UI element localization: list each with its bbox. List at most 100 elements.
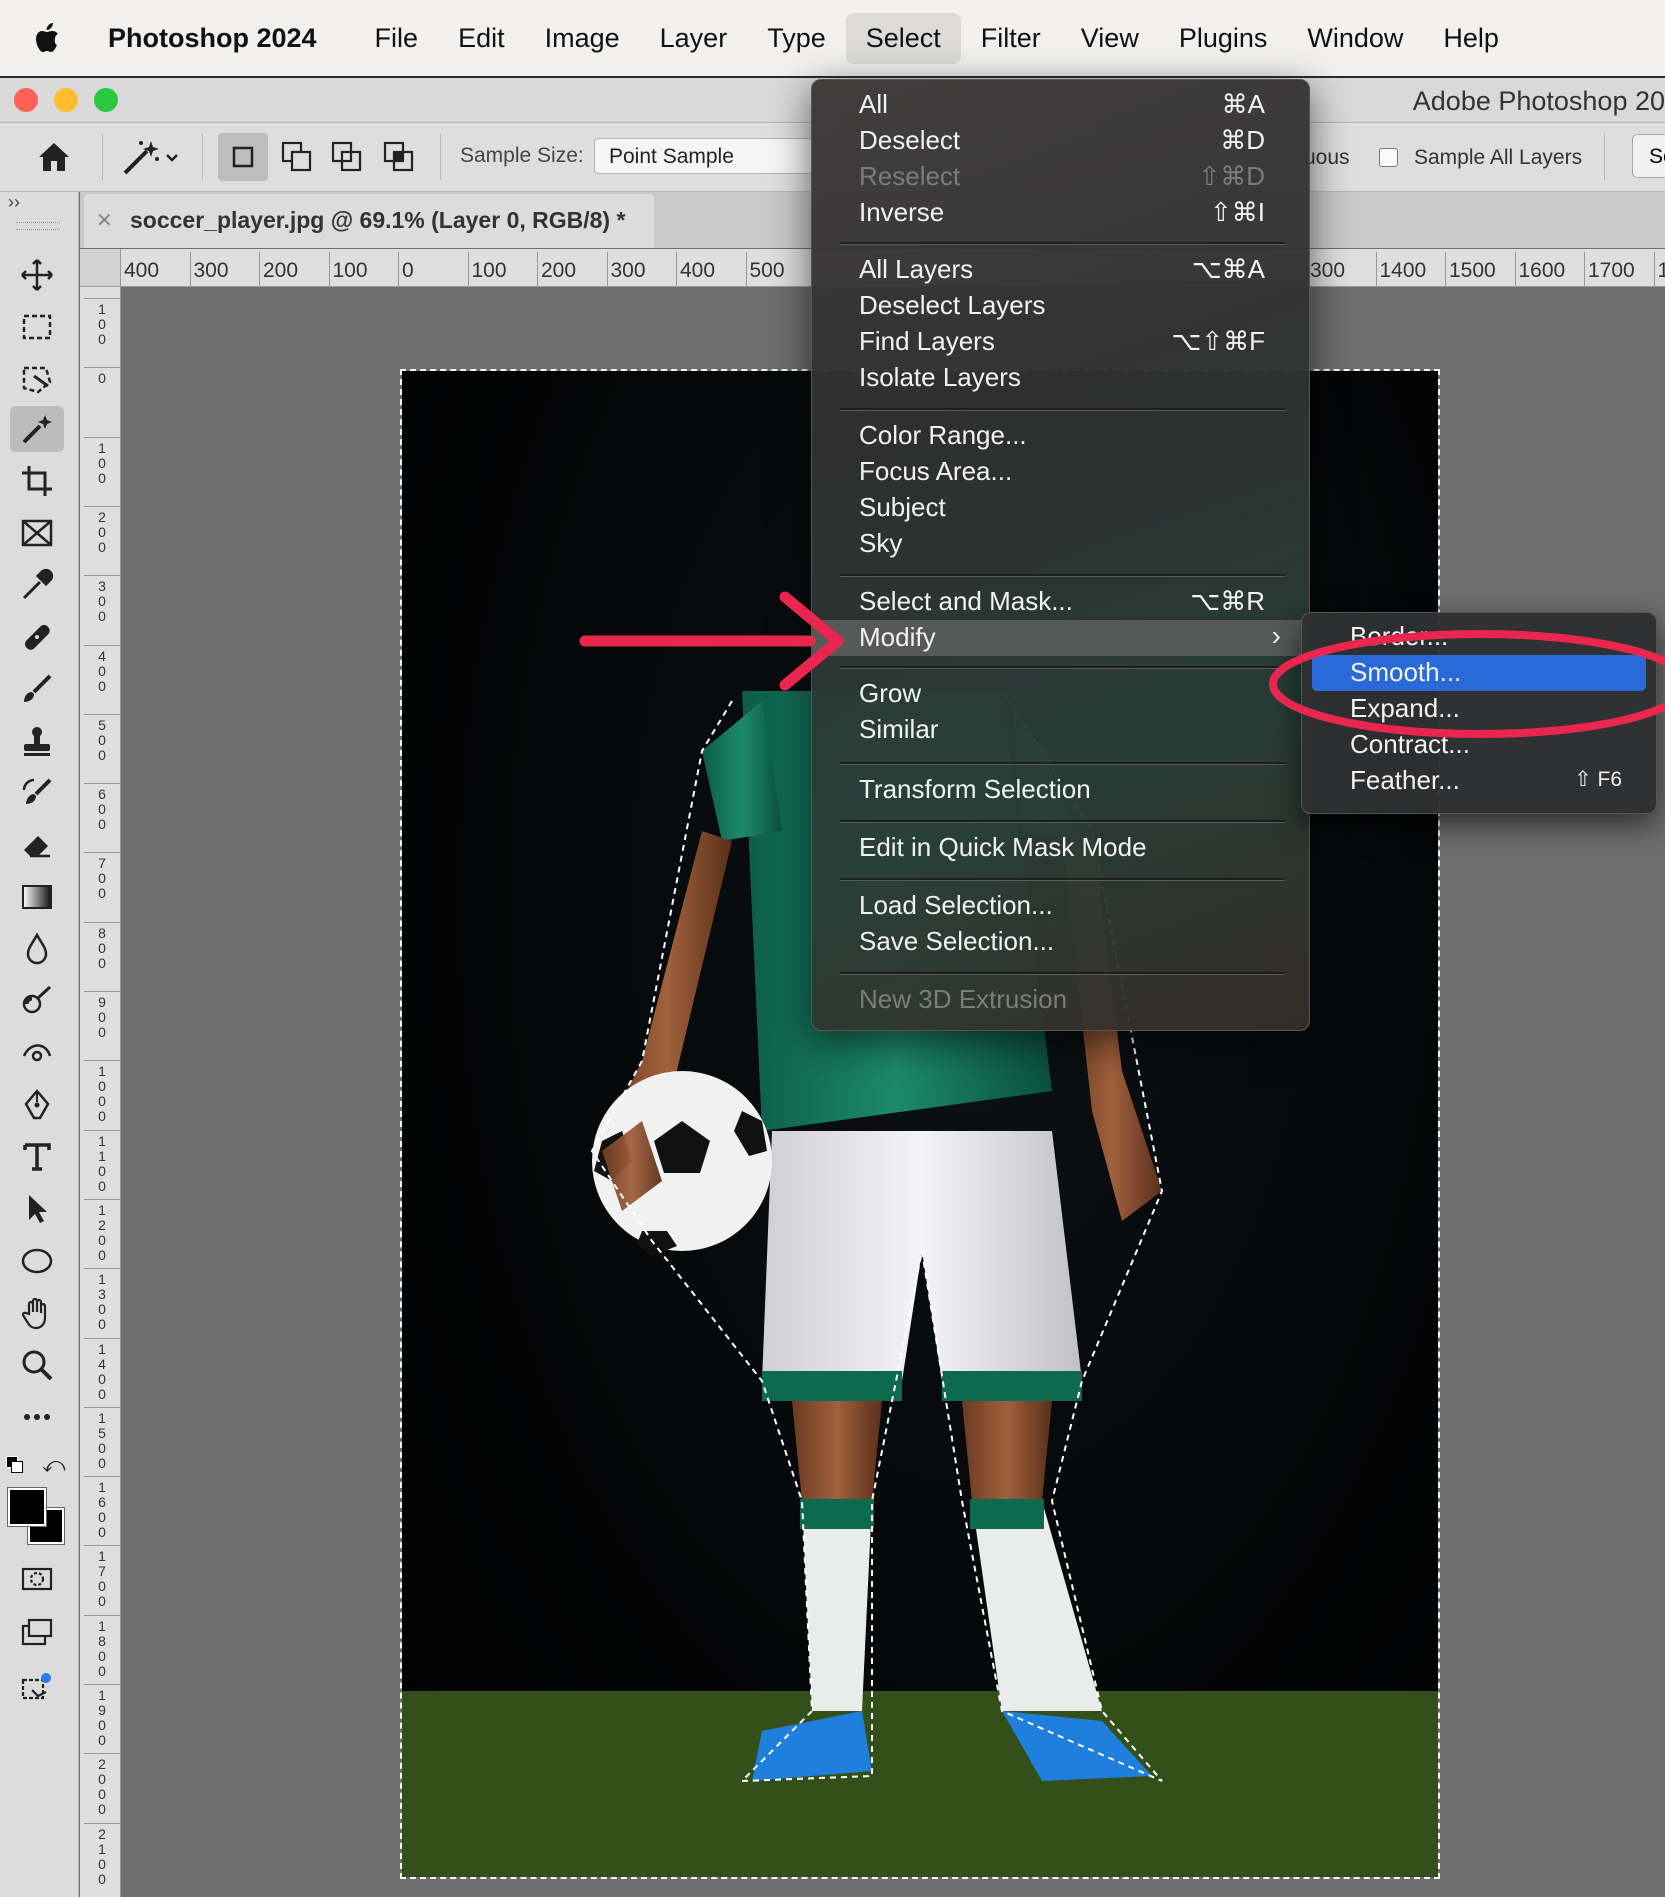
ruler-label: 400 [680, 259, 716, 282]
ruler-label: 0 [98, 370, 106, 387]
menu-item-color-range[interactable]: Color Range... [812, 418, 1309, 454]
ruler-label: 1400 [1379, 259, 1427, 282]
type-t-icon [23, 1143, 51, 1171]
submenu-item-contract[interactable]: Contract... [1312, 727, 1646, 763]
move-tool[interactable] [10, 252, 64, 298]
dodge-tool[interactable] [10, 978, 64, 1024]
submenu-item-smooth[interactable]: Smooth... [1312, 655, 1646, 691]
menu-item-sky[interactable]: Sky [812, 526, 1309, 562]
menu-item-transform-selection[interactable]: Transform Selection [812, 772, 1309, 808]
lasso-tool[interactable] [10, 356, 64, 402]
frame-tool[interactable] [10, 510, 64, 556]
ruler-label: 1700 [1588, 259, 1635, 282]
macos-menubar: Photoshop 2024 File Edit Image Layer Typ… [0, 0, 1665, 78]
ruler-origin[interactable] [80, 249, 121, 287]
path-selection-tool[interactable] [10, 1186, 64, 1232]
gradient-tool[interactable] [10, 874, 64, 920]
menu-plugins[interactable]: Plugins [1159, 13, 1288, 64]
menu-item-deselect[interactable]: Deselect ⌘D [812, 123, 1309, 159]
smudge-tool[interactable] [10, 1030, 64, 1076]
menu-item-focus-area[interactable]: Focus Area... [812, 454, 1309, 490]
subtract-from-selection-button[interactable] [322, 133, 372, 181]
sample-size-label: Sample Size: [460, 144, 584, 167]
type-tool[interactable] [10, 1134, 64, 1180]
zoom-tool[interactable] [10, 1342, 64, 1388]
menu-item-isolate-layers[interactable]: Isolate Layers [812, 360, 1309, 396]
menu-type[interactable]: Type [747, 13, 846, 64]
menu-item-edit-in-quick-mask-mode[interactable]: Edit in Quick Mask Mode [812, 830, 1309, 866]
menu-item-save-selection[interactable]: Save Selection... [812, 924, 1309, 960]
generative-button[interactable] [10, 1664, 64, 1710]
menu-item-similar[interactable]: Similar [812, 712, 1309, 748]
menu-separator [840, 762, 1285, 765]
brush-tool[interactable] [10, 666, 64, 712]
menu-edit[interactable]: Edit [438, 13, 525, 64]
magnifier-icon [22, 1350, 53, 1381]
ruler-label: 300 [193, 259, 229, 282]
submenu-item-feather[interactable]: Feather... ⇧ F6 [1312, 763, 1646, 799]
zoom-window-button[interactable] [94, 88, 118, 112]
menu-item-deselect-layers[interactable]: Deselect Layers [812, 288, 1309, 324]
sample-size-dropdown[interactable]: Point Sample [594, 138, 814, 174]
menu-item-load-selection[interactable]: Load Selection... [812, 888, 1309, 924]
menu-filter[interactable]: Filter [961, 13, 1061, 64]
menu-item-modify[interactable]: Modify › [812, 620, 1309, 656]
menu-item-grow[interactable]: Grow [812, 676, 1309, 712]
menu-item-subject[interactable]: Subject [812, 490, 1309, 526]
quick-mask-button[interactable] [10, 1556, 64, 1602]
ruler-label: 300 [610, 259, 646, 282]
more-tools[interactable] [10, 1394, 64, 1440]
default-colors-icon[interactable] [6, 1456, 23, 1473]
menu-select[interactable]: Select [845, 12, 961, 64]
tool-preset-picker[interactable] [116, 135, 186, 179]
new-selection-button[interactable] [218, 133, 268, 181]
history-brush-tool[interactable] [10, 770, 64, 816]
sample-all-layers-checkbox[interactable] [1379, 148, 1398, 167]
blur-tool[interactable] [10, 926, 64, 972]
marquee-tool[interactable] [10, 304, 64, 350]
eraser-tool[interactable] [10, 822, 64, 868]
clone-stamp-tool[interactable] [10, 718, 64, 764]
app-name-menu[interactable]: Photoshop 2024 [92, 23, 333, 54]
menu-view[interactable]: View [1061, 13, 1159, 64]
submenu-item-expand[interactable]: Expand... [1312, 691, 1646, 727]
ruler-tick [84, 1337, 120, 1339]
ruler-label: 100 [332, 259, 368, 282]
crop-tool[interactable] [10, 458, 64, 504]
ellipse-tool[interactable] [10, 1238, 64, 1284]
menu-window[interactable]: Window [1287, 13, 1423, 64]
select-and-mask-button[interactable]: Se [1632, 134, 1665, 178]
swap-colors-icon[interactable]: ⤺ [42, 1452, 66, 1478]
menu-item-inverse[interactable]: Inverse ⇧⌘I [812, 195, 1309, 231]
apple-logo-icon[interactable] [0, 22, 92, 54]
screen-mode-button[interactable] [10, 1610, 64, 1656]
menu-item-find-layers[interactable]: Find Layers ⌥⇧⌘F [812, 324, 1309, 360]
magic-wand-tool[interactable] [10, 406, 64, 452]
menu-item-select-and-mask[interactable]: Select and Mask... ⌥⌘R [812, 584, 1309, 620]
ruler-tick [189, 252, 191, 286]
ruler-label: 2000 [98, 1756, 106, 1818]
intersect-selection-button[interactable] [374, 133, 424, 181]
frame-icon [21, 519, 53, 547]
home-icon[interactable] [30, 135, 78, 179]
menu-item-reselect: Reselect ⇧⌘D [859, 161, 1265, 191]
eyedropper-tool[interactable] [10, 562, 64, 608]
ruler-label: 1800 [98, 1617, 106, 1679]
menu-item-all-layers[interactable]: All Layers ⌥⌘A [812, 252, 1309, 288]
close-window-button[interactable] [14, 88, 38, 112]
submenu-item-border[interactable]: Border... [1312, 619, 1646, 655]
healing-brush-tool[interactable] [10, 614, 64, 660]
pen-tool[interactable] [10, 1082, 64, 1128]
hand-tool[interactable] [10, 1290, 64, 1336]
ruler-tick [84, 1406, 120, 1408]
foreground-color-swatch[interactable] [7, 1487, 47, 1527]
close-tab-icon[interactable]: ✕ [96, 208, 113, 233]
add-to-selection-button[interactable] [272, 133, 322, 181]
menu-file[interactable]: File [355, 13, 439, 64]
minimize-window-button[interactable] [54, 88, 78, 112]
menu-image[interactable]: Image [525, 13, 640, 64]
menu-item-all[interactable]: All ⌘A [812, 87, 1309, 123]
collapse-panel-icon[interactable]: ›› [8, 192, 20, 213]
menu-layer[interactable]: Layer [640, 13, 748, 64]
menu-help[interactable]: Help [1423, 13, 1519, 64]
